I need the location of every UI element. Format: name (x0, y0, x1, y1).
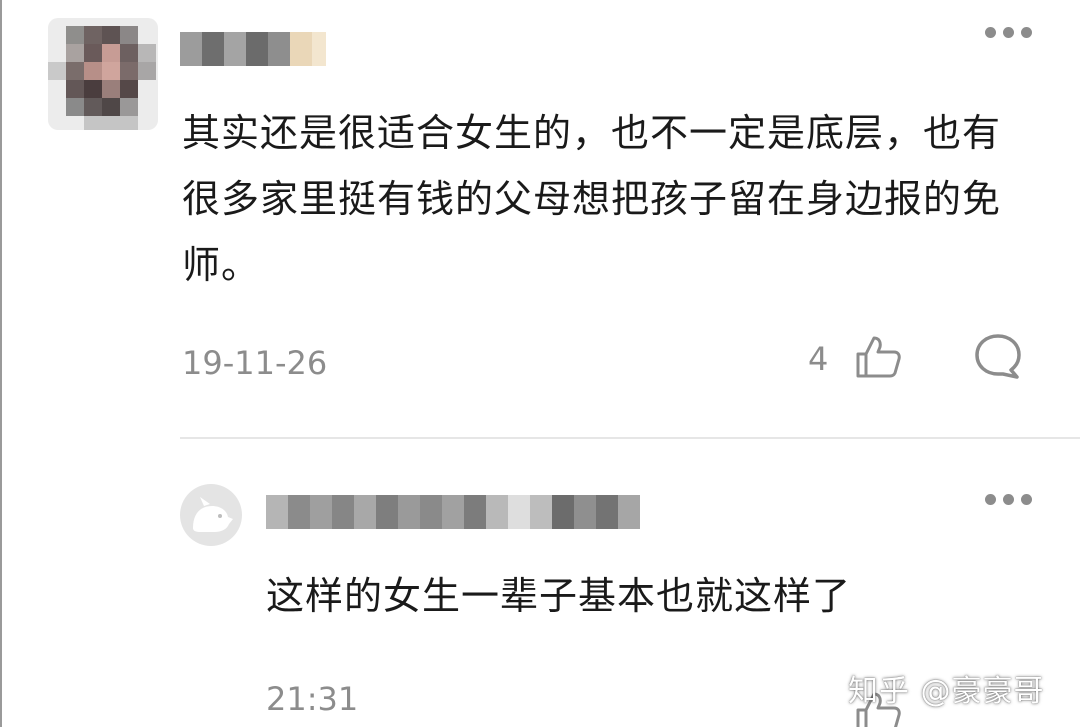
thumbs-up-icon[interactable] (852, 332, 904, 380)
watermark: 知乎 @豪豪哥 (848, 674, 1045, 709)
window-edge (0, 0, 2, 727)
more-dots-icon[interactable] (985, 24, 1033, 40)
username-blurred[interactable] (266, 495, 640, 529)
comment-bubble-icon[interactable] (972, 332, 1024, 382)
more-dots-icon[interactable] (985, 491, 1033, 507)
avatar[interactable] (48, 18, 158, 130)
username-blurred[interactable] (180, 32, 326, 66)
reply-timestamp: 21:31 (266, 680, 359, 718)
like-count: 4 (808, 340, 829, 378)
divider (180, 437, 1080, 439)
comment-text: 其实还是很适合女生的，也不一定是底层，也有很多家里挺有钱的父母想把孩子留在身边报… (182, 111, 1002, 287)
default-avatar-dog-icon[interactable] (180, 484, 242, 546)
comment-timestamp: 19-11-26 (182, 344, 328, 382)
reply-text: 这样的女生一辈子基本也就这样了 (266, 574, 852, 618)
